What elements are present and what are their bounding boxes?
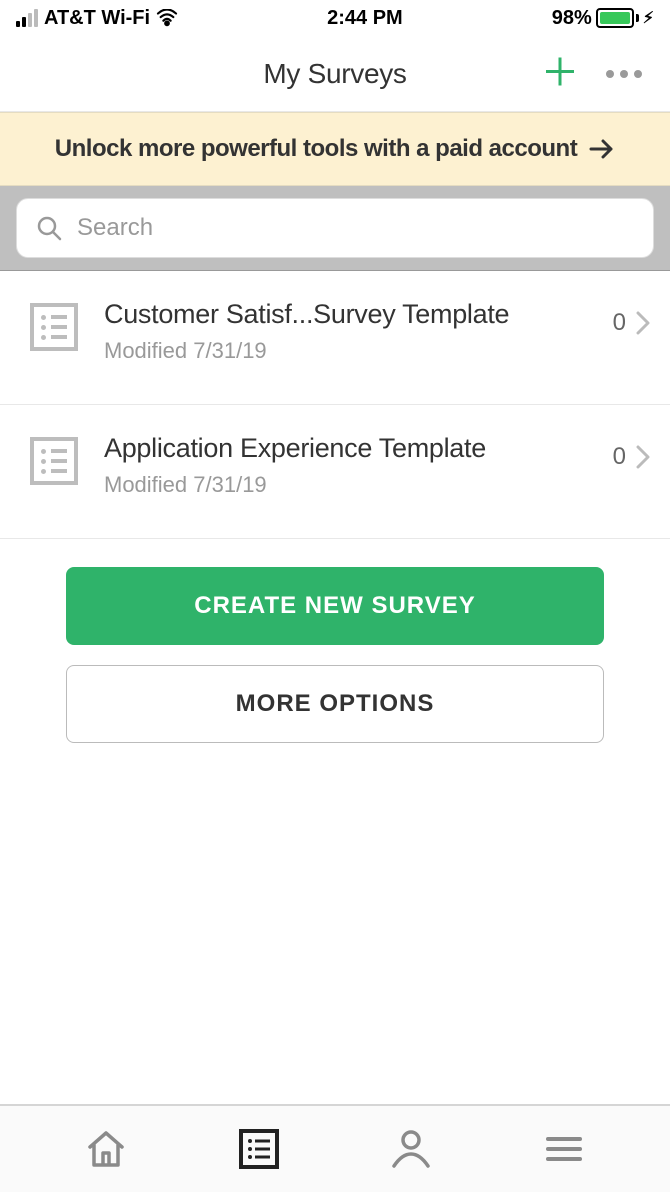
app-header: My Surveys: [0, 36, 670, 112]
survey-body: Application Experience Template Modified…: [104, 433, 587, 498]
survey-list: Customer Satisf...Survey Template Modifi…: [0, 271, 670, 539]
more-menu-button[interactable]: [606, 70, 642, 78]
bottom-tab-bar: [0, 1104, 670, 1192]
survey-list-icon: [30, 437, 78, 485]
survey-title: Application Experience Template: [104, 433, 587, 464]
tab-home[interactable]: [76, 1119, 136, 1179]
tab-menu[interactable]: [534, 1119, 594, 1179]
survey-body: Customer Satisf...Survey Template Modifi…: [104, 299, 587, 364]
survey-modified: Modified 7/31/19: [104, 338, 587, 364]
survey-trail: 0: [613, 309, 650, 337]
battery-icon: [596, 8, 639, 28]
more-options-button[interactable]: MORE OPTIONS: [66, 665, 604, 743]
plus-icon: [542, 53, 578, 89]
response-count: 0: [613, 309, 626, 337]
battery-percent: 98%: [552, 7, 592, 30]
page-title: My Surveys: [263, 58, 406, 90]
survey-title: Customer Satisf...Survey Template: [104, 299, 587, 330]
dot-icon: [606, 70, 614, 78]
survey-row[interactable]: Customer Satisf...Survey Template Modifi…: [0, 271, 670, 405]
search-icon: [35, 214, 63, 242]
add-survey-button[interactable]: [542, 53, 578, 94]
arrow-right-icon: [589, 139, 615, 159]
status-time: 2:44 PM: [327, 7, 403, 30]
survey-modified: Modified 7/31/19: [104, 472, 587, 498]
search-input[interactable]: [77, 214, 635, 242]
carrier-label: AT&T Wi-Fi: [44, 7, 150, 30]
home-icon: [84, 1127, 128, 1171]
charging-icon: ⚡︎: [643, 8, 654, 28]
create-new-survey-button[interactable]: CREATE NEW SURVEY: [66, 567, 604, 645]
wifi-icon: [156, 9, 178, 27]
status-bar: AT&T Wi-Fi 2:44 PM 98% ⚡︎: [0, 0, 670, 36]
response-count: 0: [613, 443, 626, 471]
chevron-right-icon: [636, 311, 650, 335]
action-buttons: CREATE NEW SURVEY MORE OPTIONS: [0, 539, 670, 771]
list-icon: [236, 1126, 282, 1172]
cell-signal-icon: [16, 9, 38, 27]
status-right: 98% ⚡︎: [552, 7, 654, 30]
upgrade-banner[interactable]: Unlock more powerful tools with a paid a…: [0, 112, 670, 186]
dot-icon: [620, 70, 628, 78]
hamburger-icon: [542, 1127, 586, 1171]
search-field[interactable]: [16, 198, 654, 258]
tab-profile[interactable]: [381, 1119, 441, 1179]
tab-surveys[interactable]: [229, 1119, 289, 1179]
search-container: [0, 186, 670, 271]
person-icon: [388, 1126, 434, 1172]
status-left: AT&T Wi-Fi: [16, 7, 178, 30]
survey-row[interactable]: Application Experience Template Modified…: [0, 405, 670, 539]
survey-list-icon: [30, 303, 78, 351]
survey-trail: 0: [613, 443, 650, 471]
upgrade-banner-text: Unlock more powerful tools with a paid a…: [55, 135, 577, 163]
dot-icon: [634, 70, 642, 78]
chevron-right-icon: [636, 445, 650, 469]
